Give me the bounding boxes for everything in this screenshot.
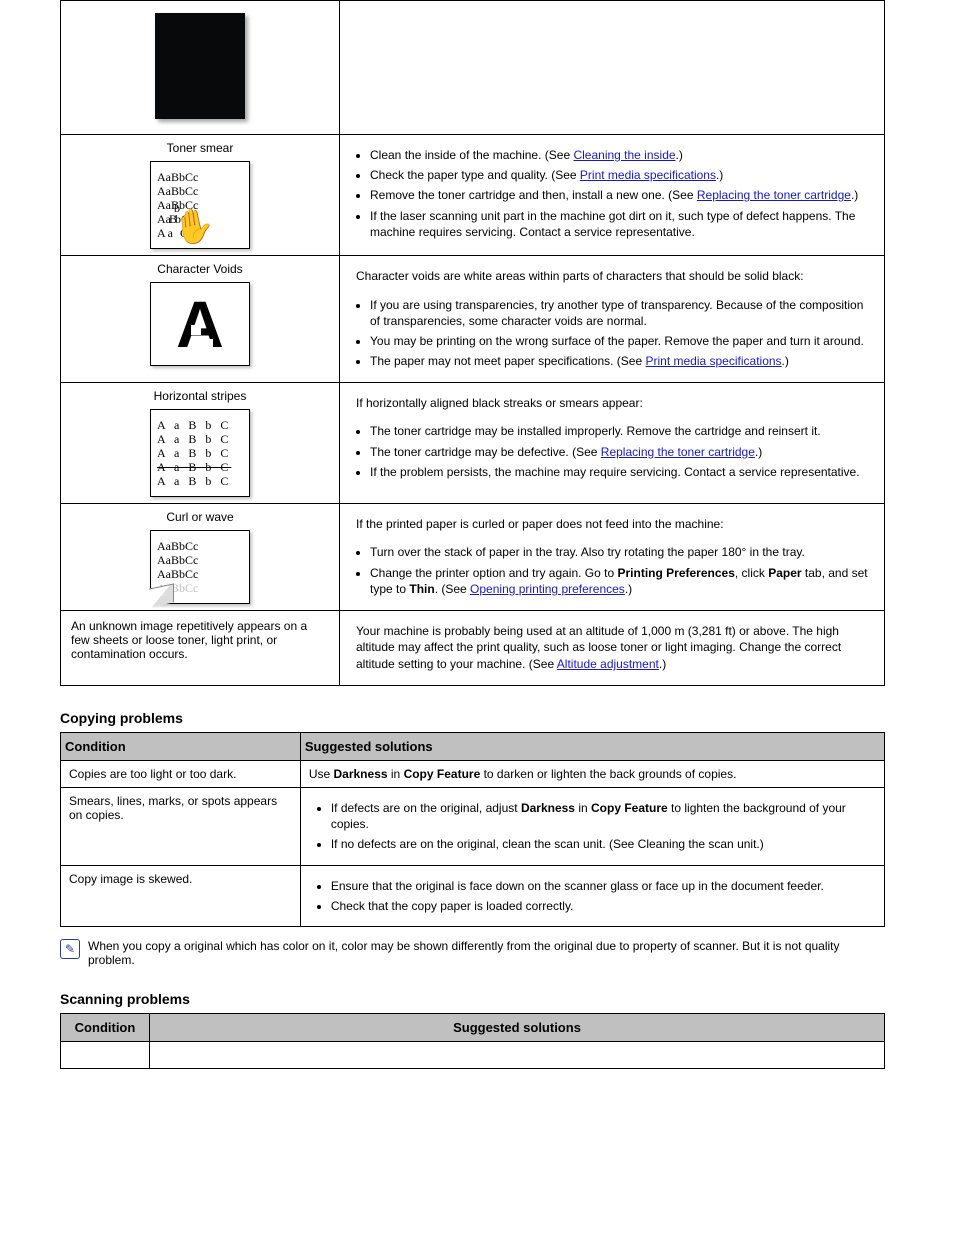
intro-text: If the printed paper is curled or paper … <box>348 510 876 539</box>
table-row <box>150 1041 885 1068</box>
list-item: Change the printer option and try again.… <box>370 565 872 597</box>
table-row: Smears, lines, marks, or spots appears o… <box>61 787 301 865</box>
row-blackpage-solutions <box>340 1 885 135</box>
list-item: If defects are on the original, adjust D… <box>331 800 872 832</box>
col-solutions: Suggested solutions <box>300 732 884 760</box>
row-title: Character Voids <box>69 262 331 276</box>
col-solutions: Suggested solutions <box>150 1013 885 1041</box>
table-row: Copies are too light or too dark. <box>61 760 301 787</box>
black-page-thumb-icon <box>155 13 245 119</box>
smear-thumb-icon: AaBbCc AaBbCc AaBbbCc AaBbCc Aa Cc ✋ <box>150 161 250 249</box>
table-row: Use Darkness in Copy Feature to darken o… <box>300 760 884 787</box>
link-cleaning-inside[interactable]: Cleaning the inside <box>573 148 675 162</box>
list-item: Ensure that the original is face down on… <box>331 878 872 894</box>
scan-problems-table: Condition Suggested solutions <box>60 1013 885 1069</box>
list-item: If the problem persists, the machine may… <box>370 464 872 480</box>
row-title: Curl or wave <box>69 510 331 524</box>
row-blackpage-cell <box>61 1 340 135</box>
link-printing-prefs[interactable]: Opening printing preferences <box>470 582 625 596</box>
list-item: The toner cartridge may be installed imp… <box>370 423 872 439</box>
list-item: The toner cartridge may be defective. (S… <box>370 444 872 460</box>
note-text: When you copy a original which has color… <box>88 939 885 967</box>
table-row <box>61 1041 150 1068</box>
copy-problems-table: Condition Suggested solutions Copies are… <box>60 732 885 927</box>
print-quality-table: Toner smear AaBbCc AaBbCc AaBbbCc AaBbCc… <box>60 0 885 686</box>
list-item: You may be printing on the wrong surface… <box>370 333 872 349</box>
list-item: Check that the copy paper is loaded corr… <box>331 898 872 914</box>
table-row: Copy image is skewed. <box>61 865 301 926</box>
list-item: Remove the toner cartridge and then, ins… <box>370 187 872 203</box>
heading-copy-problems: Copying problems <box>60 710 954 726</box>
row-title: An unknown image repetitively appears on… <box>71 619 307 661</box>
curl-corner-icon <box>149 583 174 607</box>
link-replace-toner[interactable]: Replacing the toner cartridge <box>697 188 851 202</box>
list-item: Turn over the stack of paper in the tray… <box>370 544 872 560</box>
list-item: The paper may not meet paper specificati… <box>370 353 872 369</box>
row-hstripes-solutions: If horizontally aligned black streaks or… <box>340 382 885 503</box>
row-title: Toner smear <box>69 141 331 155</box>
row-curl-cell: Curl or wave AaBbCc AaBbCc AaBbCc AaBbCc <box>61 503 340 610</box>
voids-thumb-icon: A <box>150 282 250 366</box>
note-block: ✎ When you copy a original which has col… <box>60 939 885 967</box>
row-altitude-solutions: Your machine is probably being used at a… <box>340 610 885 685</box>
list-item: If the laser scanning unit part in the m… <box>370 208 872 240</box>
heading-scan-problems: Scanning problems <box>60 991 954 1007</box>
col-condition: Condition <box>61 1013 150 1041</box>
row-altitude-cell: An unknown image repetitively appears on… <box>61 610 340 685</box>
note-icon: ✎ <box>60 939 80 959</box>
row-curl-solutions: If the printed paper is curled or paper … <box>340 503 885 610</box>
list-item: Clean the inside of the machine. (See Cl… <box>370 147 872 163</box>
intro-text: If horizontally aligned black streaks or… <box>348 389 876 418</box>
row-hstripes-cell: Horizontal stripes A a B b C A a B b C A… <box>61 382 340 503</box>
hand-smear-icon: ✋ <box>171 207 218 247</box>
list-item: If no defects are on the original, clean… <box>331 836 872 852</box>
curl-thumb-icon: AaBbCc AaBbCc AaBbCc AaBbCc <box>150 530 250 604</box>
intro-text: Character voids are white areas within p… <box>348 262 876 291</box>
list-item: Check the paper type and quality. (See P… <box>370 167 872 183</box>
link-replace-toner[interactable]: Replacing the toner cartridge <box>601 445 755 459</box>
row-title: Horizontal stripes <box>69 389 331 403</box>
row-smear-solutions: Clean the inside of the machine. (See Cl… <box>340 135 885 256</box>
col-condition: Condition <box>61 732 301 760</box>
table-row: Ensure that the original is face down on… <box>300 865 884 926</box>
row-smear-cell: Toner smear AaBbCc AaBbCc AaBbbCc AaBbCc… <box>61 135 340 256</box>
hstripes-thumb-icon: A a B b C A a B b C A a B b C A a B b C … <box>150 409 250 497</box>
list-item: If you are using transparencies, try ano… <box>370 297 872 329</box>
link-media-spec[interactable]: Print media specifications <box>645 354 781 368</box>
table-row: If defects are on the original, adjust D… <box>300 787 884 865</box>
row-voids-cell: Character Voids A <box>61 256 340 383</box>
row-voids-solutions: Character voids are white areas within p… <box>340 256 885 383</box>
link-media-spec[interactable]: Print media specifications <box>580 168 716 182</box>
link-altitude[interactable]: Altitude adjustment <box>557 657 659 671</box>
